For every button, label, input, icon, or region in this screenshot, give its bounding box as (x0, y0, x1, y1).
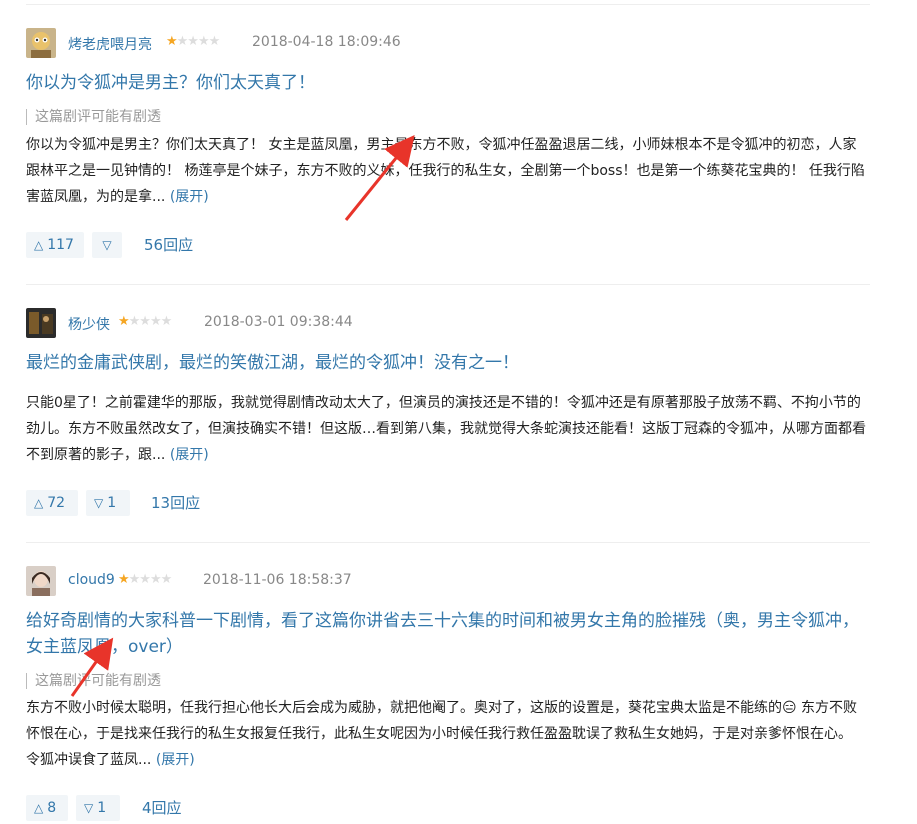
rating-stars: ★★★★★ (118, 314, 172, 329)
downvote-button[interactable]: ▽ 1 (76, 795, 120, 821)
review-item: cloud9 ★★★★★ 2018-11-06 18:58:37 给好奇剧情的大… (26, 566, 870, 821)
rating-stars: ★★★★★ (118, 572, 172, 587)
reply-link[interactable]: 13回应 (151, 490, 200, 516)
author-link[interactable]: 烤老虎喂月亮 (68, 34, 152, 54)
rating-stars: ★★★★★ (166, 34, 220, 49)
review-title[interactable]: 最烂的金庸武侠剧，最烂的笑傲江湖，最烂的令狐冲！没有之一！ (26, 350, 870, 376)
review-body: 东方不败小时候太聪明，任我行担心他长大后会成为威胁，就把他阉了。奥对了，这版的设… (26, 695, 870, 773)
reply-link[interactable]: 56回应 (144, 232, 193, 258)
review-time: 2018-11-06 18:58:37 (203, 572, 352, 588)
downvote-button[interactable]: ▽ 1 (86, 490, 130, 516)
review-title[interactable]: 给好奇剧情的大家科普一下剧情，看了这篇你讲省去三十六集的时间和被男女主角的脸摧残… (26, 608, 870, 660)
review-body: 只能0星了！之前霍建华的那版，我就觉得剧情改动太大了，但演员的演技还是不错的！令… (26, 390, 870, 468)
review-body-text: 你以为令狐冲是男主？你们太天真了！ 女主是蓝凤凰，男主是东方不败，令狐冲任盈盈退… (26, 137, 865, 205)
review-header: 烤老虎喂月亮 ★★★★★ 2018-04-18 18:09:46 (26, 28, 870, 58)
down-triangle-icon: ▽ (84, 801, 94, 815)
avatar[interactable] (26, 308, 56, 338)
reply-link[interactable]: 4回应 (142, 795, 182, 821)
review-body-text: 东方不败小时候太聪明，任我行担心他长大后会成为威胁，就把他阉了。奥对了，这版的设… (26, 700, 858, 768)
upvote-count: 72 (47, 495, 66, 511)
downvote-count: 1 (107, 495, 117, 511)
review-item: 烤老虎喂月亮 ★★★★★ 2018-04-18 18:09:46 你以为令狐冲是… (26, 28, 870, 258)
down-triangle-icon: ▽ (94, 496, 104, 510)
downvote-button[interactable]: ▽ (92, 232, 122, 258)
divider (26, 4, 870, 5)
author-link[interactable]: cloud9 (68, 572, 115, 588)
up-triangle-icon: △ (34, 238, 44, 252)
upvote-button[interactable]: △ 8 (26, 795, 68, 821)
upvote-button[interactable]: △ 117 (26, 232, 84, 258)
review-body-text: 只能0星了！之前霍建华的那版，我就觉得剧情改动太大了，但演员的演技还是不错的！令… (26, 395, 866, 463)
review-title[interactable]: 你以为令狐冲是男主？你们太天真了！ (26, 70, 870, 96)
divider (26, 284, 870, 285)
divider (26, 542, 870, 543)
expand-link[interactable]: (展开) (156, 752, 195, 768)
author-link[interactable]: 杨少侠 (68, 314, 110, 334)
down-triangle-icon: ▽ (102, 238, 112, 252)
spoiler-note: 这篇剧评可能有剧透 (26, 109, 161, 125)
upvote-count: 117 (47, 237, 74, 253)
downvote-count: 1 (97, 800, 107, 816)
expand-link[interactable]: (展开) (170, 447, 209, 463)
review-time: 2018-03-01 09:38:44 (204, 314, 353, 330)
up-triangle-icon: △ (34, 801, 44, 815)
avatar[interactable] (26, 566, 56, 596)
upvote-count: 8 (47, 800, 57, 816)
avatar[interactable] (26, 28, 56, 58)
upvote-button[interactable]: △ 72 (26, 490, 78, 516)
up-triangle-icon: △ (34, 496, 44, 510)
review-body: 你以为令狐冲是男主？你们太天真了！ 女主是蓝凤凰，男主是东方不败，令狐冲任盈盈退… (26, 132, 870, 210)
review-item: 杨少侠 ★★★★★ 2018-03-01 09:38:44 最烂的金庸武侠剧，最… (26, 308, 870, 516)
review-time: 2018-04-18 18:09:46 (252, 34, 401, 50)
spoiler-note: 这篇剧评可能有剧透 (26, 673, 161, 689)
review-header: cloud9 ★★★★★ 2018-11-06 18:58:37 (26, 566, 870, 596)
review-header: 杨少侠 ★★★★★ 2018-03-01 09:38:44 (26, 308, 870, 338)
expand-link[interactable]: (展开) (170, 189, 209, 205)
